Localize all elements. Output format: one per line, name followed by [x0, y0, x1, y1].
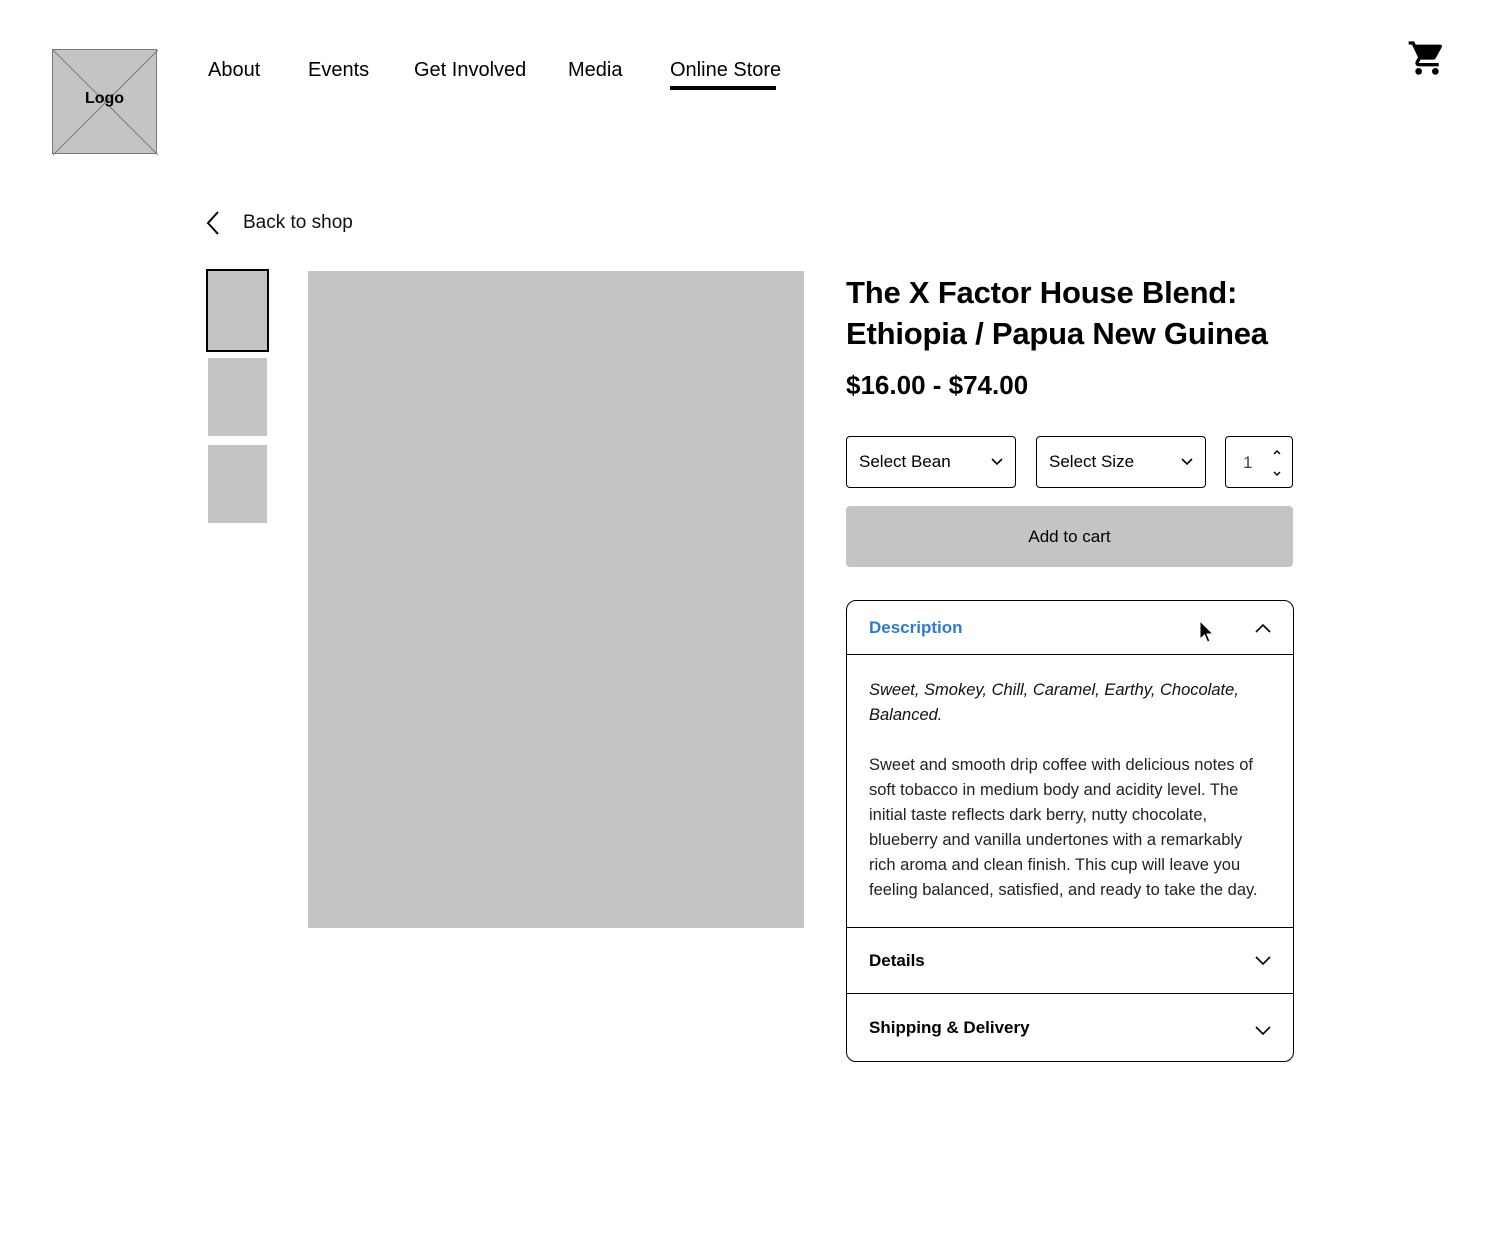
select-bean-label: Select Bean — [859, 452, 951, 471]
description-content: Sweet, Smokey, Chill, Caramel, Earthy, C… — [869, 678, 1264, 903]
shopping-cart-icon — [1408, 41, 1443, 75]
chevron-down-icon — [1255, 955, 1271, 965]
thumbnail-2[interactable] — [208, 358, 267, 436]
shipping-delivery-header[interactable]: Shipping & Delivery — [847, 994, 1293, 1061]
thumbnail-1[interactable] — [206, 269, 269, 352]
logo-label: Logo — [84, 90, 125, 107]
description-header[interactable]: Description — [847, 601, 1293, 654]
chevron-down-icon — [991, 458, 1003, 466]
select-size-label: Select Size — [1049, 452, 1135, 471]
accordion-divider — [847, 654, 1293, 655]
chevron-left-icon — [206, 211, 219, 235]
chevron-down-icon — [1255, 1026, 1271, 1036]
cart-button[interactable] — [1407, 38, 1447, 78]
back-to-shop-label: Back to shop — [243, 212, 353, 233]
back-to-shop-link[interactable]: Back to shop — [203, 208, 353, 238]
nav-get-involved[interactable]: Get Involved — [414, 58, 526, 82]
chevron-up-icon[interactable] — [1270, 445, 1284, 459]
product-price: $16.00 - $74.00 — [846, 370, 1029, 400]
quantity-stepper[interactable]: 1 — [1225, 436, 1293, 488]
select-bean-dropdown[interactable]: Select Bean — [846, 436, 1016, 488]
nav-online-store[interactable]: Online Store — [670, 58, 781, 82]
thumbnail-3[interactable] — [208, 445, 267, 523]
chevron-down-icon — [1181, 458, 1193, 466]
chevron-down-icon[interactable] — [1270, 467, 1284, 481]
quantity-value: 1 — [1243, 453, 1253, 472]
product-accordion: Description Sweet, Smokey, Chill, Carame… — [846, 600, 1294, 1062]
product-main-image — [308, 271, 804, 928]
product-title: The X Factor House Blend: Ethiopia / Pap… — [846, 275, 1268, 351]
description-tags: Sweet, Smokey, Chill, Caramel, Earthy, C… — [869, 681, 1239, 724]
description-text: Sweet and smooth drip coffee with delici… — [869, 756, 1258, 899]
mouse-cursor-icon — [1199, 620, 1214, 643]
nav-media[interactable]: Media — [568, 58, 622, 82]
shipping-delivery-label: Shipping & Delivery — [869, 1018, 1030, 1037]
nav-about[interactable]: About — [208, 58, 260, 82]
details-header[interactable]: Details — [847, 928, 1293, 993]
select-size-dropdown[interactable]: Select Size — [1036, 436, 1206, 488]
nav-events[interactable]: Events — [308, 58, 369, 82]
details-label: Details — [869, 950, 925, 970]
chevron-up-icon — [1255, 623, 1271, 633]
description-label: Description — [869, 617, 963, 637]
nav-active-indicator — [670, 86, 776, 90]
logo[interactable]: Logo — [52, 49, 158, 155]
add-to-cart-button[interactable]: Add to cart — [846, 506, 1293, 567]
